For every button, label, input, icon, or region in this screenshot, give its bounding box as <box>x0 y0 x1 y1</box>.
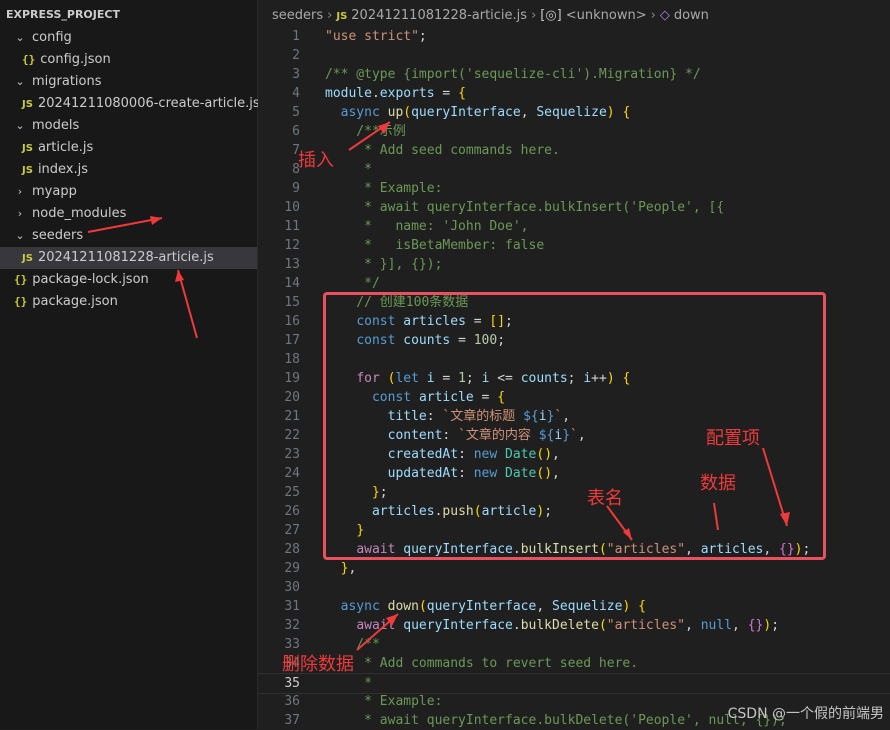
annotation-data: 数据 <box>700 473 736 494</box>
annotation-arrows <box>87 121 790 651</box>
watermark: CSDN @一个假的前端男 <box>727 706 884 722</box>
arrow-seeders <box>87 217 163 233</box>
arrowhead-insert <box>378 122 390 134</box>
annotation-insert: 插入 <box>298 150 334 171</box>
annotation-config-item: 配置项 <box>706 428 760 449</box>
annotation-delete-data: 删除数据 <box>282 654 354 675</box>
arrowhead-config-item <box>780 512 790 526</box>
annotation-table-name: 表名 <box>587 488 623 509</box>
arrow-data <box>713 502 719 531</box>
